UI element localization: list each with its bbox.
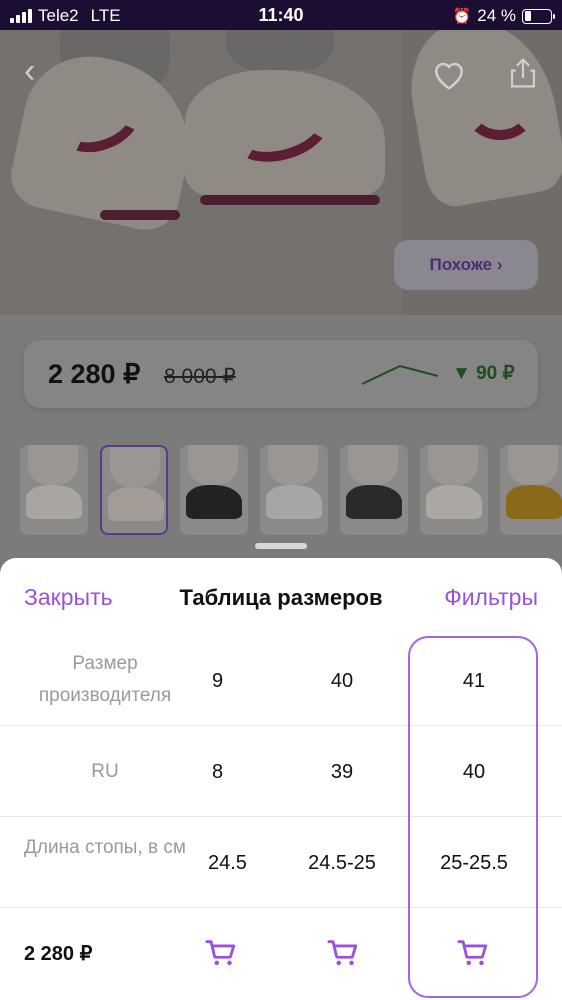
size-row-manufacturer: Размер производителя 9 40 41	[0, 635, 562, 726]
size-cell[interactable]: 39	[290, 761, 394, 784]
price-trend-sparkline	[361, 364, 439, 385]
thumbnail[interactable]	[340, 445, 408, 535]
size-cell[interactable]: 9	[200, 670, 240, 693]
row-label: Размер производителя	[38, 653, 172, 706]
filters-button[interactable]: Фильтры	[444, 584, 538, 611]
thumbnail-selected[interactable]	[100, 445, 168, 535]
size-cell[interactable]: 40	[412, 761, 536, 784]
row-label: Длина стопы, в см	[24, 837, 186, 858]
thumbnail[interactable]	[500, 445, 562, 535]
price-drop: ▼ 90 ₽	[452, 363, 515, 384]
old-price: 8 000 ₽	[164, 365, 236, 388]
size-cell[interactable]: 41	[412, 670, 536, 693]
thumbnail-strip	[20, 445, 562, 537]
size-cell[interactable]: 8	[200, 761, 240, 784]
price-card[interactable]: 2 280 ₽ 8 000 ₽ ▼ 90 ₽	[24, 340, 538, 408]
cart-icon[interactable]	[204, 936, 238, 970]
thumbnail[interactable]	[420, 445, 488, 535]
battery-percent: 24 %	[477, 6, 516, 25]
size-chart-sheet: Закрыть Таблица размеров Фильтры Размер …	[0, 558, 562, 1000]
main-photo	[0, 30, 403, 315]
status-bar: Tele2 LTE 11:40 ⏰ 24 %	[0, 0, 562, 30]
size-cell[interactable]: 24.5	[196, 852, 247, 875]
size-row-foot-length: Длина стопы, в см 24.5 24.5-25 25-25.5	[0, 817, 562, 908]
footer-price: 2 280 ₽	[24, 943, 93, 965]
status-right: ⏰ 24 %	[452, 6, 555, 26]
size-cell[interactable]: 25-25.5	[412, 852, 536, 875]
sheet-drag-handle[interactable]	[255, 543, 307, 549]
size-row-footer: 2 280 ₽	[0, 908, 562, 999]
cart-icon[interactable]	[326, 936, 360, 970]
similar-button[interactable]: Похоже ›	[394, 240, 538, 290]
current-price: 2 280 ₽	[48, 359, 141, 389]
size-row-ru: RU 8 39 40	[0, 726, 562, 817]
battery-icon	[522, 8, 555, 24]
thumbnail[interactable]	[180, 445, 248, 535]
thumbnail[interactable]	[20, 445, 88, 535]
share-icon[interactable]	[508, 56, 538, 96]
row-label: RU	[91, 761, 119, 782]
size-cell[interactable]: 24.5-25	[290, 852, 394, 875]
heart-icon[interactable]	[432, 58, 466, 96]
size-cell[interactable]: 40	[290, 670, 394, 693]
cart-icon[interactable]	[456, 936, 490, 970]
back-chevron-icon[interactable]: ‹	[24, 54, 35, 88]
thumbnail[interactable]	[260, 445, 328, 535]
alarm-icon: ⏰	[452, 8, 472, 25]
